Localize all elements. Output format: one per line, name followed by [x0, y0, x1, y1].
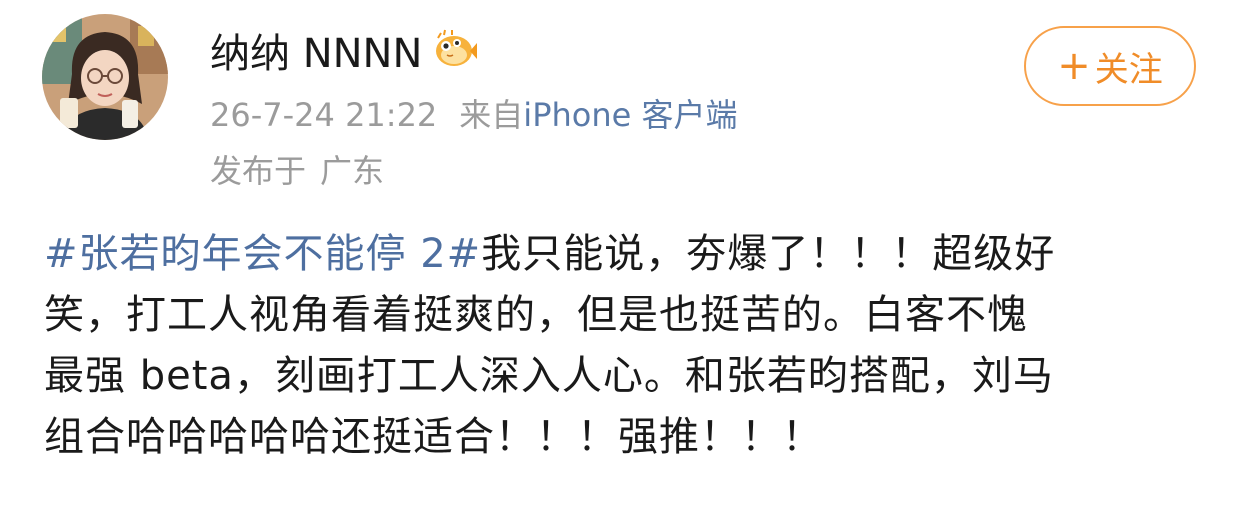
post-line: 组合哈哈哈哈哈还挺适合！！！强推！！！	[44, 407, 1204, 468]
post-text: 最强 beta，刻画打工人深入人心。和张若昀搭配，刘马	[44, 353, 1054, 399]
follow-button[interactable]: + 关注	[1024, 26, 1196, 106]
avatar[interactable]	[42, 14, 168, 140]
pufferfish-badge-icon	[436, 29, 478, 66]
post-line: 最强 beta，刻画打工人深入人心。和张若昀搭配，刘马	[44, 346, 1204, 407]
post-text: 我只能说，夯爆了！！！超级好	[481, 231, 1056, 277]
post-line: #张若昀年会不能停 2#我只能说，夯爆了！！！超级好	[44, 224, 1204, 285]
plus-icon: +	[1057, 43, 1091, 89]
post-text: 笑，打工人视角看着挺爽的，但是也挺苦的。白客不愧	[44, 292, 1028, 338]
post-timestamp: 26-7-24 21:22	[210, 96, 438, 134]
source-prefix: 来自	[459, 96, 524, 134]
follow-button-label: 关注	[1094, 49, 1163, 90]
hashtag-link[interactable]: #张若昀年会不能停 2#	[44, 231, 481, 277]
post-location: 发布于 广东	[210, 146, 384, 192]
username[interactable]: 纳纳 NNNN	[210, 21, 422, 79]
source-device-link[interactable]: iPhone 客户端	[523, 96, 737, 134]
post-meta: 26-7-24 21:22 来自iPhone 客户端	[210, 90, 738, 136]
post-body: #张若昀年会不能停 2#我只能说，夯爆了！！！超级好 笑，打工人视角看着挺爽的，…	[44, 224, 1204, 468]
location-prefix: 发布于	[210, 152, 307, 190]
post-text: 组合哈哈哈哈哈还挺适合！！！强推！！！	[44, 414, 823, 460]
post-line: 笑，打工人视角看着挺爽的，但是也挺苦的。白客不愧	[44, 285, 1204, 346]
location-name: 广东	[320, 152, 385, 190]
username-row: 纳纳 NNNN	[210, 22, 478, 78]
